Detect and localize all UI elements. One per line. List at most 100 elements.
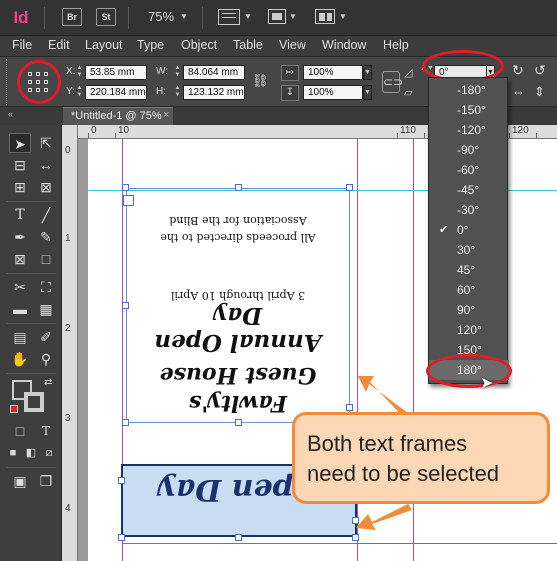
menu-object[interactable]: Object — [181, 38, 217, 52]
divider — [6, 373, 56, 374]
screen-mode-icon[interactable]: ❐ — [35, 471, 57, 491]
chevron-down-icon[interactable]: ▼ — [244, 12, 252, 21]
menu-layout[interactable]: Layout — [85, 38, 123, 52]
x-field[interactable]: 53.85 mm — [85, 65, 147, 80]
y-stepper[interactable]: ▲ ▼ — [76, 85, 83, 100]
selection-handle[interactable] — [122, 302, 129, 309]
ruler-number: 3 — [65, 413, 71, 424]
scissors-tool-icon[interactable]: ✂ — [9, 277, 31, 297]
type-tool-icon[interactable]: T — [9, 205, 31, 225]
x-stepper[interactable]: ▲ ▼ — [76, 65, 83, 80]
flip-horizontal-icon[interactable]: ⇔ — [512, 84, 525, 99]
selection-tool-icon[interactable]: ➤ — [9, 133, 31, 153]
zoom-tool-icon[interactable]: ⚲ — [35, 349, 57, 369]
w-field[interactable]: 84.064 mm — [183, 65, 245, 80]
selection-handle[interactable] — [118, 477, 125, 484]
menu-help[interactable]: Help — [383, 38, 409, 52]
selection-handle[interactable] — [118, 534, 125, 541]
stock-button[interactable]: St — [96, 8, 116, 26]
shear-angle-icon: ▱ — [404, 87, 413, 99]
vertical-ruler[interactable]: 0 1 2 3 4 — [62, 125, 78, 561]
selection-handle[interactable] — [235, 419, 242, 426]
rotate-clockwise-icon[interactable]: ↻ — [512, 62, 524, 79]
tab-document[interactable]: *Untitled-1 @ 75% — [63, 107, 173, 125]
selection-handle[interactable] — [235, 534, 242, 541]
constrain-proportions-icon[interactable]: ⛓ — [252, 73, 269, 91]
menu-item-90[interactable]: 90° — [429, 300, 509, 320]
bridge-button[interactable]: Br — [62, 8, 82, 26]
chevron-down-icon[interactable]: ▼ — [289, 12, 297, 21]
screen-mode-icon[interactable] — [268, 9, 286, 24]
eyedropper-tool-icon[interactable]: ✐ — [35, 327, 57, 347]
rectangle-frame-tool-icon[interactable]: ⊠ — [9, 249, 31, 269]
h-stepper[interactable]: ▲ ▼ — [174, 85, 181, 100]
menu-item-neg90[interactable]: -90° — [429, 140, 509, 160]
selection-handle[interactable] — [346, 184, 353, 191]
menu-item-30[interactable]: 30° — [429, 240, 509, 260]
menu-item-45[interactable]: 45° — [429, 260, 509, 280]
close-icon[interactable]: × — [163, 109, 169, 121]
hand-tool-icon[interactable]: ✋ — [9, 349, 31, 369]
formatting-text-icon[interactable]: T — [35, 421, 57, 441]
chevron-down-icon[interactable]: ▼ — [339, 12, 347, 21]
menu-table[interactable]: Table — [233, 38, 263, 52]
free-transform-tool-icon[interactable]: ⛶ — [35, 277, 57, 297]
menu-item-neg60[interactable]: -60° — [429, 160, 509, 180]
menu-edit[interactable]: Edit — [48, 38, 70, 52]
chevron-down-icon[interactable]: ▼ — [180, 12, 188, 21]
ruler-number: 0 — [91, 125, 97, 136]
pen-tool-icon[interactable]: ✒ — [9, 227, 31, 247]
rectangle-tool-icon[interactable]: □ — [35, 249, 57, 269]
y-field[interactable]: 220.184 mm — [85, 85, 147, 100]
content-placer-icon[interactable]: ⊠ — [35, 177, 57, 197]
normal-view-icon[interactable]: ▣ — [9, 471, 31, 491]
menu-file[interactable]: File — [12, 38, 32, 52]
menu-item-neg150[interactable]: -150° — [429, 100, 509, 120]
default-colors-icon[interactable] — [10, 405, 18, 413]
swap-icon[interactable]: ⇄ — [44, 377, 52, 388]
zoom-level[interactable]: 75% — [148, 9, 174, 24]
collapse-panel-icon[interactable]: « — [8, 109, 13, 119]
menu-item-neg180[interactable]: -180° — [429, 80, 509, 100]
selection-handle[interactable] — [235, 184, 242, 191]
selection-handle[interactable] — [352, 534, 359, 541]
scale-x-field[interactable]: 100% — [303, 65, 363, 80]
menu-item-neg45[interactable]: -45° — [429, 180, 509, 200]
gap-tool-icon[interactable]: ↔ — [35, 155, 57, 175]
flip-vertical-icon[interactable]: ⇕ — [534, 84, 545, 100]
line-tool-icon[interactable]: ╱ — [35, 205, 57, 225]
stroke-swatch[interactable] — [24, 392, 44, 412]
arrange-documents-icon[interactable] — [315, 9, 335, 24]
selection-handle[interactable] — [122, 184, 129, 191]
menu-item-120[interactable]: 120° — [429, 320, 509, 340]
h-field[interactable]: 123.132 mm — [183, 85, 245, 100]
menu-window[interactable]: Window — [322, 38, 366, 52]
menu-item-60[interactable]: 60° — [429, 280, 509, 300]
panel-grip-icon[interactable] — [6, 59, 10, 105]
gradient-swatch-tool-icon[interactable]: ▬ — [9, 299, 31, 319]
rotate-counterclockwise-icon[interactable]: ↺ — [534, 62, 546, 79]
menu-item-0[interactable]: ✔ 0° — [429, 220, 509, 240]
content-collector-icon[interactable]: ⊞ — [9, 177, 31, 197]
menu-item-neg30[interactable]: -30° — [429, 200, 509, 220]
note-tool-icon[interactable]: ▤ — [9, 327, 31, 347]
text-frame-main[interactable]: Fawlty's Guest House Annual Open Day 3 A… — [126, 188, 350, 423]
direct-selection-tool-icon[interactable]: ⇱ — [35, 133, 57, 153]
apply-none-icon[interactable]: ⧄ — [38, 443, 60, 463]
menu-view[interactable]: View — [279, 38, 306, 52]
chevron-down-icon[interactable]: ▼ — [363, 85, 372, 100]
frame-corner-icon[interactable] — [123, 195, 134, 206]
link-icon[interactable]: ⊂⊃ — [382, 71, 403, 93]
formatting-container-icon[interactable]: □ — [9, 421, 31, 441]
chevron-down-icon[interactable]: ▼ — [363, 65, 372, 80]
w-stepper[interactable]: ▲ ▼ — [174, 65, 181, 80]
pencil-tool-icon[interactable]: ✎ — [35, 227, 57, 247]
menu-item-label: 0° — [457, 223, 469, 237]
gradient-feather-tool-icon[interactable]: ▦ — [35, 299, 57, 319]
menu-item-neg120[interactable]: -120° — [429, 120, 509, 140]
scale-y-field[interactable]: 100% — [303, 85, 363, 100]
page-tool-icon[interactable]: ⊟ — [9, 155, 31, 175]
menu-type[interactable]: Type — [137, 38, 164, 52]
selection-handle[interactable] — [122, 419, 129, 426]
view-options-icon[interactable] — [218, 9, 240, 25]
